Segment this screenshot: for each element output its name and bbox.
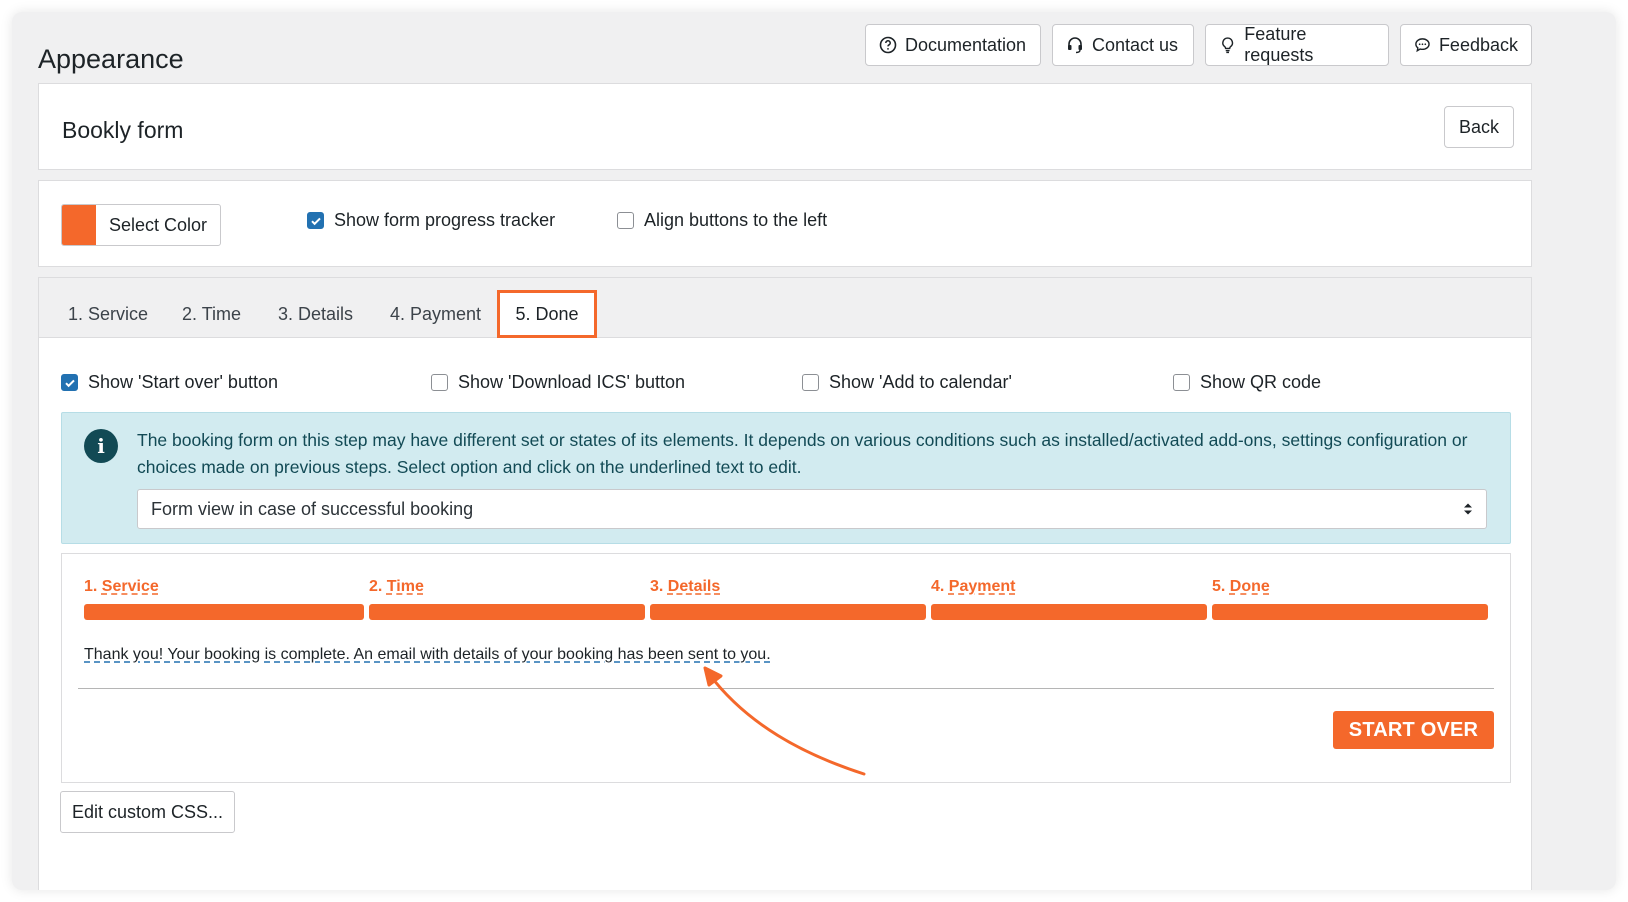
align-left-option[interactable]: Align buttons to the left	[617, 210, 827, 231]
form-preview: 1. Service 2. Time 3. Details 4. Payment…	[61, 553, 1511, 783]
app-window: Appearance Documentation Contact us Feat…	[12, 12, 1616, 890]
align-left-checkbox[interactable]	[617, 212, 634, 229]
back-button[interactable]: Back	[1444, 106, 1514, 148]
select-color-button[interactable]: Select Color	[61, 204, 221, 246]
checkmark-icon	[310, 217, 321, 225]
select-color-label: Select Color	[109, 214, 208, 235]
feedback-button[interactable]: Feedback	[1400, 24, 1532, 66]
progress-bar-details	[650, 604, 926, 620]
progress-bar-payment	[931, 604, 1207, 620]
info-text: The booking form on this step may have d…	[137, 430, 1468, 477]
progress-tracker-label: Show form progress tracker	[334, 210, 556, 230]
qr-code-option[interactable]: Show QR code	[1173, 372, 1321, 393]
edit-custom-css-button[interactable]: Edit custom CSS...	[60, 791, 235, 833]
progress-step-service[interactable]: 1. Service	[84, 578, 159, 596]
form-title: Bookly form	[62, 117, 184, 143]
divider	[78, 688, 1494, 689]
progress-tracker-checkbox[interactable]	[307, 212, 324, 229]
tab-service[interactable]: 1. Service	[68, 304, 148, 325]
progress-bar-service	[84, 604, 364, 620]
qr-code-label: Show QR code	[1200, 372, 1322, 392]
add-to-calendar-label: Show 'Add to calendar'	[829, 372, 1012, 392]
tab-payment[interactable]: 4. Payment	[390, 304, 481, 325]
progress-step-done[interactable]: 5. Done	[1212, 578, 1270, 596]
start-over-button[interactable]: START OVER	[1333, 711, 1494, 749]
progress-step-payment[interactable]: 4. Payment	[931, 578, 1016, 596]
documentation-button[interactable]: Documentation	[865, 24, 1041, 66]
headset-icon	[1068, 37, 1082, 54]
progress-tracker-option[interactable]: Show form progress tracker	[307, 210, 555, 231]
progress-step-time[interactable]: 2. Time	[369, 578, 424, 596]
tab-details[interactable]: 3. Details	[278, 304, 353, 325]
feature-requests-button[interactable]: Feature requests	[1205, 24, 1389, 66]
progress-bar-done	[1212, 604, 1488, 620]
align-left-label: Align buttons to the left	[644, 210, 828, 230]
select-arrows-icon	[1464, 503, 1472, 515]
progress-step-details[interactable]: 3. Details	[650, 578, 720, 596]
feature-requests-label: Feature requests	[1244, 24, 1314, 65]
form-header-card: Bookly form Back	[38, 83, 1532, 170]
download-ics-label: Show 'Download ICS' button	[458, 372, 686, 392]
download-ics-option[interactable]: Show 'Download ICS' button	[431, 372, 685, 393]
start-over-label: Show 'Start over' button	[88, 372, 278, 392]
add-to-calendar-option[interactable]: Show 'Add to calendar'	[802, 372, 1012, 393]
contact-us-button[interactable]: Contact us	[1052, 24, 1194, 66]
start-over-option[interactable]: Show 'Start over' button	[61, 372, 278, 393]
tab-done[interactable]: 5. Done	[497, 290, 597, 338]
tab-time[interactable]: 2. Time	[182, 304, 241, 325]
contact-us-label: Contact us	[1092, 34, 1179, 55]
success-message[interactable]: Thank you! Your booking is complete. An …	[84, 646, 771, 664]
form-view-select-value: Form view in case of successful booking	[151, 498, 474, 519]
qr-code-checkbox[interactable]	[1173, 374, 1190, 391]
question-circle-icon	[879, 36, 897, 54]
progress-bar-time	[369, 604, 645, 620]
info-icon: i	[84, 429, 118, 463]
add-to-calendar-checkbox[interactable]	[802, 374, 819, 391]
download-ics-checkbox[interactable]	[431, 374, 448, 391]
info-notice: i The booking form on this step may have…	[61, 412, 1511, 544]
checkmark-icon	[64, 379, 75, 387]
chat-bubble-icon	[1415, 38, 1430, 53]
color-swatch	[62, 205, 96, 245]
page-title: Appearance	[38, 44, 184, 74]
form-view-select[interactable]: Form view in case of successful booking	[137, 489, 1487, 529]
feedback-label: Feedback	[1438, 34, 1518, 55]
start-over-checkbox[interactable]	[61, 374, 78, 391]
step-tabs: 1. Service 2. Time 3. Details 4. Payment…	[39, 278, 1531, 338]
lightbulb-icon	[1222, 37, 1234, 54]
steps-card: 1. Service 2. Time 3. Details 4. Payment…	[38, 277, 1532, 890]
settings-card: Select Color Show form progress tracker …	[38, 180, 1532, 267]
documentation-label: Documentation	[905, 34, 1027, 55]
